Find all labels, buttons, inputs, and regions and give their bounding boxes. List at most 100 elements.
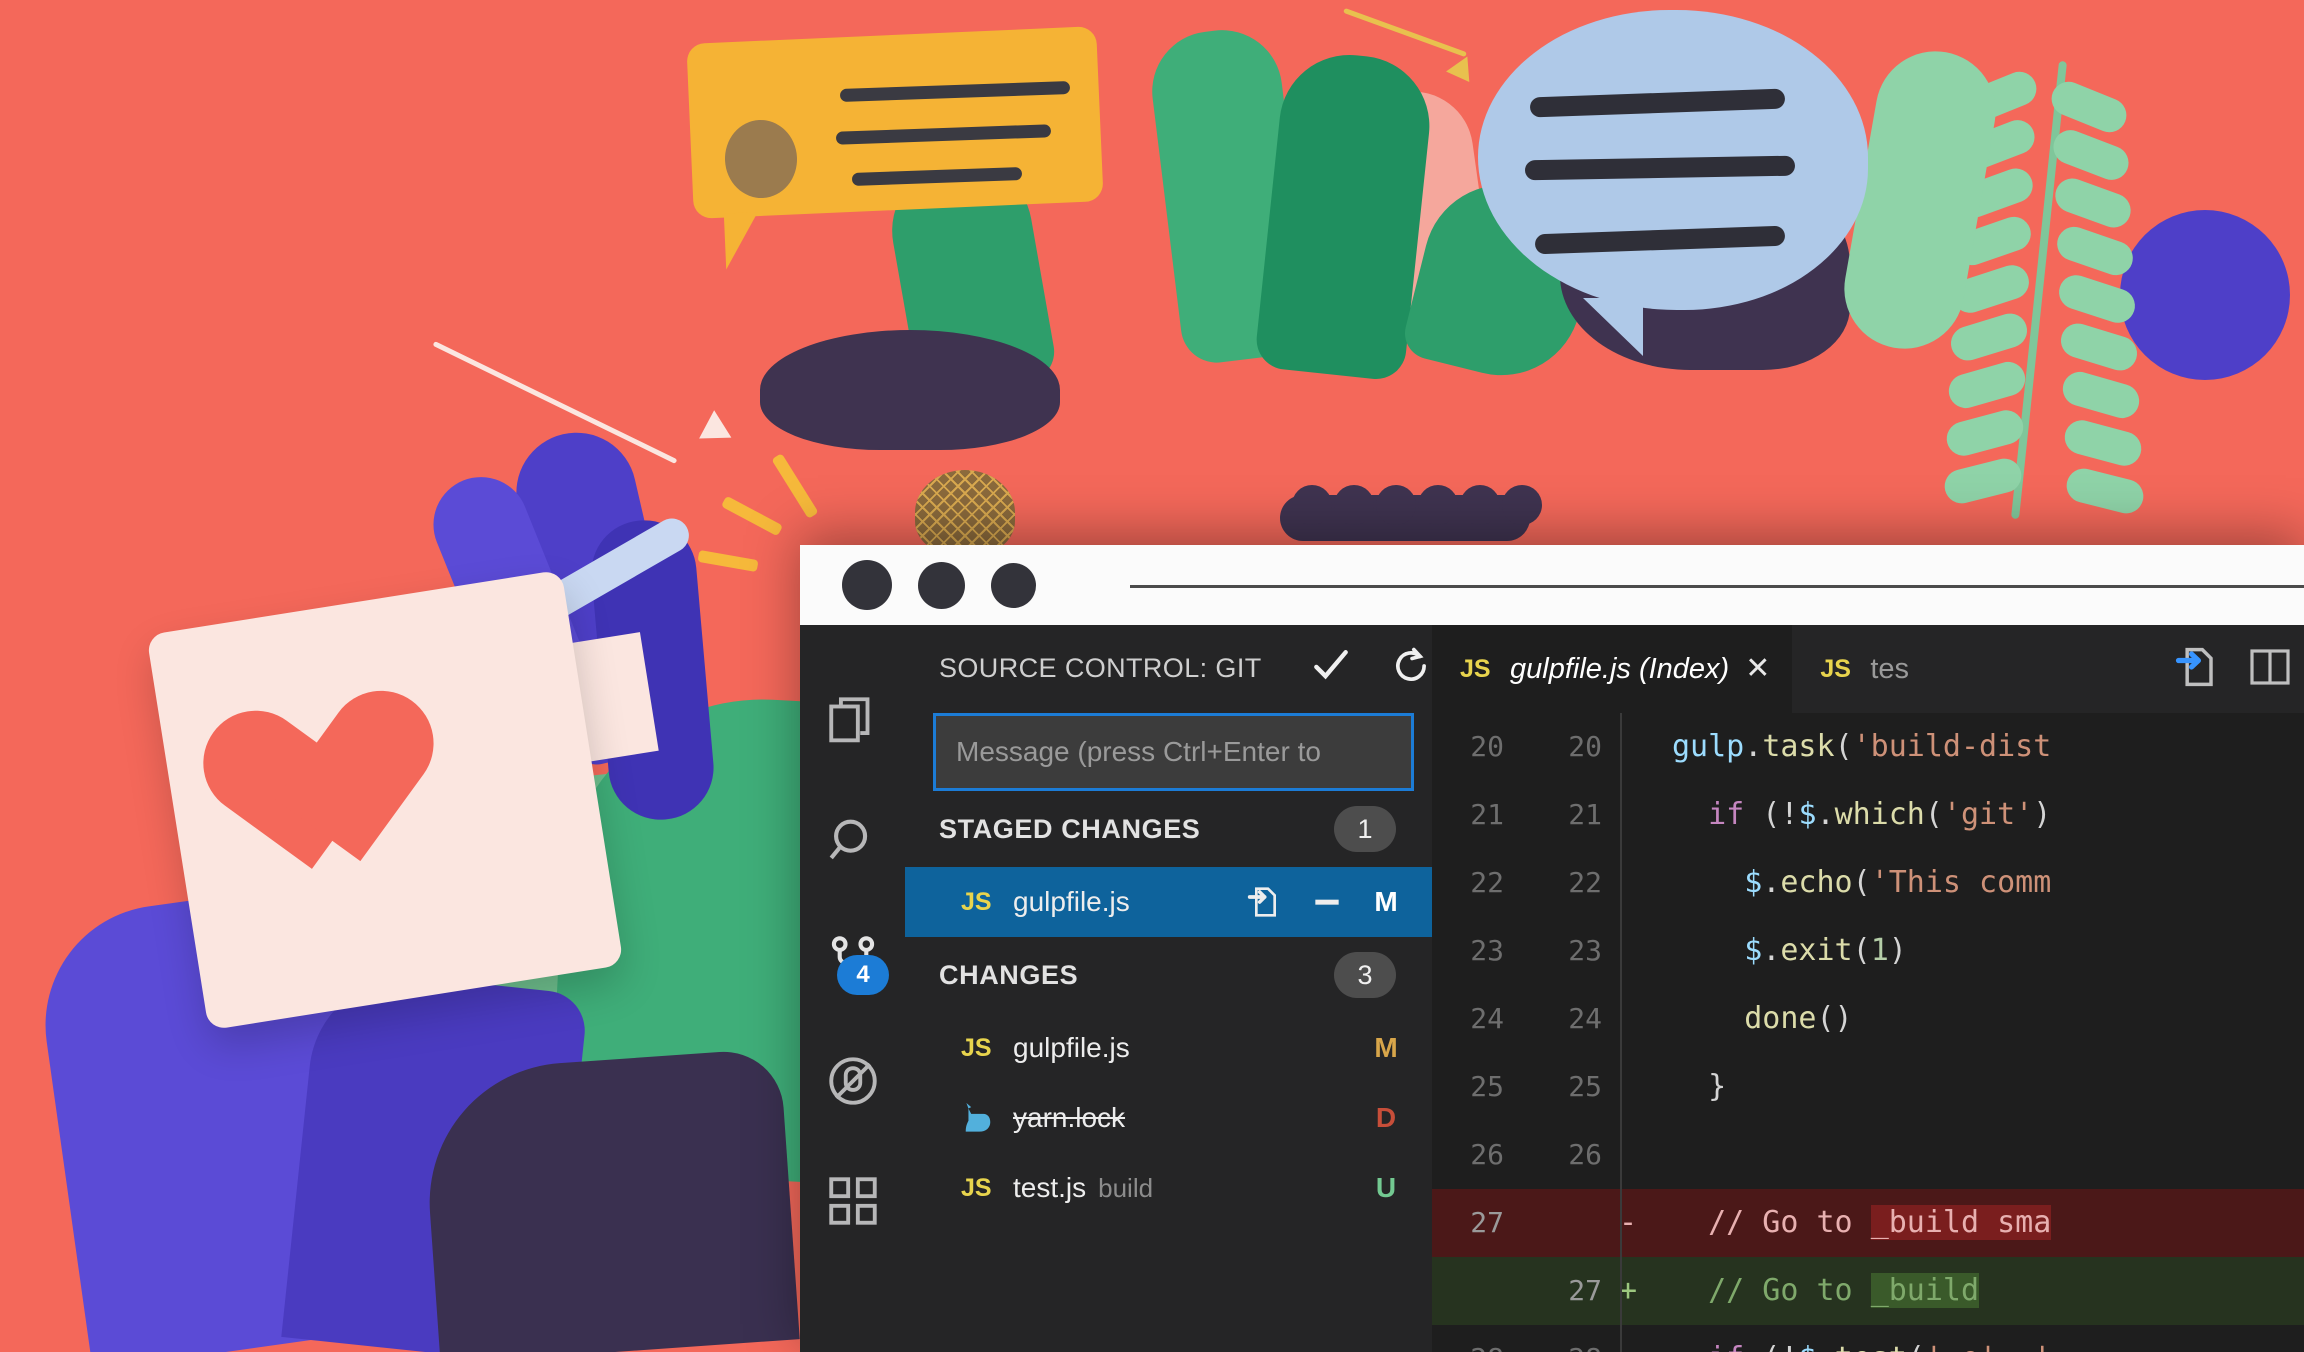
code-token: ( xyxy=(1924,797,1943,832)
activity-item-explorer[interactable] xyxy=(800,663,905,783)
code-line: 2828 if (!$.test('-e', ' xyxy=(1432,1325,2304,1352)
group-label: CHANGES xyxy=(939,959,1079,990)
line-number-old: 21 xyxy=(1470,798,1504,831)
fern-leaflet xyxy=(2060,416,2146,470)
fern-leaflet xyxy=(1944,357,2030,413)
group-header-staged-changes[interactable]: STAGED CHANGES 1 xyxy=(905,791,1432,867)
code-token: . xyxy=(1762,865,1781,900)
code-token: 'git' xyxy=(1942,797,2034,832)
caterpillar-segment xyxy=(1292,485,1332,525)
file-status-badge: M xyxy=(1374,886,1398,917)
open-changes-icon[interactable] xyxy=(1242,881,1284,923)
code-line: 26 26 xyxy=(1432,1121,2304,1189)
split-editor-icon[interactable] xyxy=(2246,643,2294,696)
code-line: 27 + // Go to _build xyxy=(1432,1257,2304,1325)
change-groups: STAGED CHANGES 1 JS gulpfile.js M CHANGES 3 JS g… xyxy=(905,791,1432,1223)
yellow-arrow-line xyxy=(1343,7,1467,58)
code-token: } xyxy=(1672,1069,1727,1104)
commit-button[interactable] xyxy=(1308,645,1354,691)
line-number-new: 22 xyxy=(1568,866,1602,899)
file-row[interactable]: yarn.lock D xyxy=(905,1083,1432,1153)
dark-foliage-mid xyxy=(760,330,1060,450)
group-header-changes[interactable]: CHANGES 3 xyxy=(905,937,1432,1013)
refresh-icon xyxy=(1390,645,1432,692)
code-token: _build xyxy=(1870,1205,1980,1240)
source-control-panel: SOURCE CONTROL: GIT Message (press Ctrl+… xyxy=(905,625,1507,1352)
code-token: 'This comm xyxy=(1870,865,2052,900)
code-line: 21 21 if (!$.which('git') xyxy=(1432,781,2304,849)
spark xyxy=(771,453,819,519)
activity-item-extensions[interactable] xyxy=(800,1143,905,1263)
diff-sign: + xyxy=(1618,1273,1638,1308)
line-number-old: 27 xyxy=(1470,1206,1504,1239)
yarn-icon xyxy=(961,1103,995,1133)
file-name: yarn.lock xyxy=(1013,1102,1126,1133)
line-number-new: 24 xyxy=(1568,1002,1602,1035)
heart-icon xyxy=(249,689,449,889)
code-text: if (!$.test('-e', ' xyxy=(1654,1325,2304,1352)
tab-label: gulpfile.js (Index) xyxy=(1510,652,1730,685)
line-number-old: 20 xyxy=(1470,730,1504,763)
file-row[interactable]: JS gulpfile.js M xyxy=(905,1013,1432,1083)
close-window-button[interactable] xyxy=(842,560,892,610)
line-number-new: 26 xyxy=(1568,1138,1602,1171)
tab-test[interactable]: JS tes xyxy=(1792,625,1932,713)
tab-label: tes xyxy=(1870,652,1910,685)
code-line: 25 25 } xyxy=(1432,1053,2304,1121)
js-icon: JS xyxy=(1820,654,1851,683)
activity-item-debug[interactable] xyxy=(800,1023,905,1143)
line-number-new: 20 xyxy=(1568,730,1602,763)
code-token: if xyxy=(1708,797,1745,832)
activity-item-search[interactable] xyxy=(800,783,905,903)
white-squiggle xyxy=(373,321,482,430)
purple-bush-4 xyxy=(2120,210,2290,380)
editor-area: JS gulpfile.js (Index) ✕ JS tes 20 20 gu… xyxy=(1432,625,2304,1352)
code-token: ' xyxy=(2033,1341,2051,1352)
code-token: $ xyxy=(1744,933,1763,968)
code-text: // Go to _build sma xyxy=(1654,1189,2304,1257)
code-line: 22 22 $.echo('This comm xyxy=(1432,849,2304,917)
code-token: test xyxy=(1835,1341,1907,1352)
line-number-new: 27 xyxy=(1568,1274,1602,1307)
zoom-window-button[interactable] xyxy=(991,562,1036,608)
refresh-button[interactable] xyxy=(1388,645,1434,691)
close-icon[interactable]: ✕ xyxy=(1745,654,1770,684)
check-icon xyxy=(1309,644,1353,693)
file-row[interactable]: JS gulpfile.js M xyxy=(905,867,1432,937)
code-token: task xyxy=(1762,729,1835,764)
extensions-icon xyxy=(824,1172,882,1235)
titlebar-rule xyxy=(1130,585,2304,588)
js-icon: JS xyxy=(961,1173,992,1202)
minimize-window-button[interactable] xyxy=(918,561,965,609)
caterpillar xyxy=(1280,485,1542,541)
code-token: . xyxy=(1816,797,1835,832)
open-changes-icon[interactable] xyxy=(2172,641,2224,698)
line-number-old: 28 xyxy=(1432,1325,1504,1352)
tab-gulpfile-index[interactable]: JS gulpfile.js (Index) ✕ xyxy=(1432,625,1793,713)
line-number-new: 25 xyxy=(1568,1070,1602,1103)
group-count-badge: 1 xyxy=(1334,806,1396,852)
fern-leaflet xyxy=(2058,367,2144,423)
commit-message-input[interactable]: Message (press Ctrl+Enter to xyxy=(933,713,1414,791)
activity-bar: 4 xyxy=(800,625,905,1352)
source-control-badge: 4 xyxy=(837,955,889,995)
code-text: } xyxy=(1654,1053,2304,1121)
group-label: STAGED CHANGES xyxy=(939,813,1201,844)
code-token: '-e' xyxy=(1925,1341,1997,1352)
activity-item-source-control[interactable]: 4 xyxy=(800,903,905,1023)
code-token: exit xyxy=(1780,933,1853,968)
unstage-icon[interactable] xyxy=(1306,881,1348,923)
debug-icon xyxy=(824,1052,882,1115)
code-text: done() xyxy=(1654,985,2304,1053)
diff-editor[interactable]: 20 20 gulp.task('build-dist 21 21 if (!$.whi… xyxy=(1432,713,2304,1352)
code-token: () xyxy=(1816,1001,1853,1036)
file-status-badge: M xyxy=(1374,1032,1398,1063)
group-count-badge: 3 xyxy=(1334,952,1396,998)
code-token: _build xyxy=(1870,1273,1980,1308)
file-row[interactable]: JS test.js build U xyxy=(905,1153,1432,1223)
